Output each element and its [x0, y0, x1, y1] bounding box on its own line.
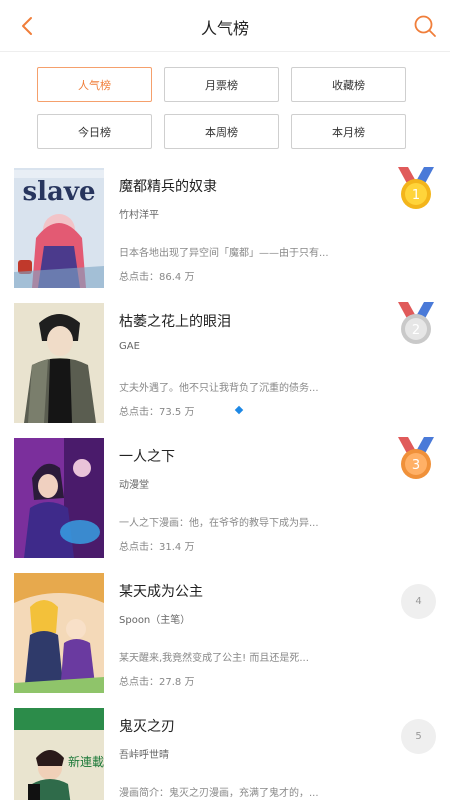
cover-logo-text: slave	[22, 177, 95, 207]
comic-description: 丈夫外遇了。他不只让我背负了沉重的债务...	[119, 383, 319, 394]
page-title: 人气榜	[200, 19, 249, 38]
ranking-tabs: 人气榜 月票榜 收藏榜 今日榜 本周榜 本月榜	[37, 67, 406, 151]
tab-this-month[interactable]: 本月榜	[291, 114, 406, 149]
silver-medal-icon: 2	[398, 302, 434, 344]
comic-description: 某天醒来,我竟然变成了公主! 而且还是死...	[119, 653, 309, 664]
list-item[interactable]: slave 魔都精兵的奴隶 竹村洋平 日本各地出现了异空间「魔都」——由于只有.…	[0, 165, 450, 300]
tab-today[interactable]: 今日榜	[37, 114, 152, 149]
click-count: 总点击：27.8 万	[119, 677, 195, 688]
list-item[interactable]: 一人之下 动漫堂 一人之下漫画：他，在爷爷的教导下成为异... 总点击：31.4…	[0, 435, 450, 570]
medal-rank-number: 1	[412, 188, 420, 203]
top-bar: 人气榜	[0, 0, 450, 52]
tab-monthly-ticket[interactable]: 月票榜	[164, 67, 279, 102]
comic-title[interactable]: 枯萎之花上的眼泪	[119, 311, 231, 331]
list-item[interactable]: 枯萎之花上的眼泪 GAE 丈夫外遇了。他不只让我背负了沉重的债务... 总点击：…	[0, 300, 450, 435]
cover-image[interactable]	[14, 303, 104, 423]
comic-author: 动漫堂	[119, 480, 149, 491]
comic-description: 日本各地出现了异空间「魔都」——由于只有...	[119, 248, 329, 259]
comic-author: Spoon（主笔）	[119, 615, 191, 626]
cover-image[interactable]: slave	[14, 168, 104, 288]
click-count: 总点击：31.4 万	[119, 542, 195, 553]
comic-description: 一人之下漫画：他，在爷爷的教导下成为异...	[119, 518, 319, 529]
rank-badge: 4	[401, 584, 436, 619]
rank-badge: 5	[401, 719, 436, 754]
cover-image[interactable]: 新連載	[14, 708, 104, 800]
list-item[interactable]: 某天成为公主 Spoon（主笔） 某天醒来,我竟然变成了公主! 而且还是死...…	[0, 570, 450, 705]
comic-title[interactable]: 一人之下	[119, 446, 175, 466]
comic-author: 吾峠呼世晴	[119, 750, 169, 761]
tab-this-week[interactable]: 本周榜	[164, 114, 279, 149]
tab-popularity[interactable]: 人气榜	[37, 67, 152, 102]
gold-medal-icon: 1	[398, 167, 434, 209]
search-icon[interactable]	[412, 13, 438, 39]
medal-rank-number: 3	[412, 458, 420, 473]
click-count: 总点击：86.4 万	[119, 272, 195, 283]
click-count: 总点击：73.5 万	[119, 407, 195, 418]
list-item[interactable]: 新連載 鬼灭之刃 吾峠呼世晴 漫画简介：鬼灭之刃漫画，充满了鬼才的，... 5	[0, 705, 450, 800]
cover-image[interactable]	[14, 573, 104, 693]
comic-title[interactable]: 某天成为公主	[119, 581, 203, 601]
medal-rank-number: 2	[412, 323, 420, 338]
comic-description: 漫画简介：鬼灭之刃漫画，充满了鬼才的，...	[119, 788, 319, 799]
comic-title[interactable]: 鬼灭之刃	[119, 716, 175, 736]
tab-favorites[interactable]: 收藏榜	[291, 67, 406, 102]
comic-author: GAE	[119, 341, 140, 352]
bronze-medal-icon: 3	[398, 437, 434, 479]
cover-image[interactable]	[14, 438, 104, 558]
cover-badge-text: 新連載	[68, 754, 104, 769]
comic-author: 竹村洋平	[119, 210, 159, 221]
comic-title[interactable]: 魔都精兵的奴隶	[119, 176, 217, 196]
